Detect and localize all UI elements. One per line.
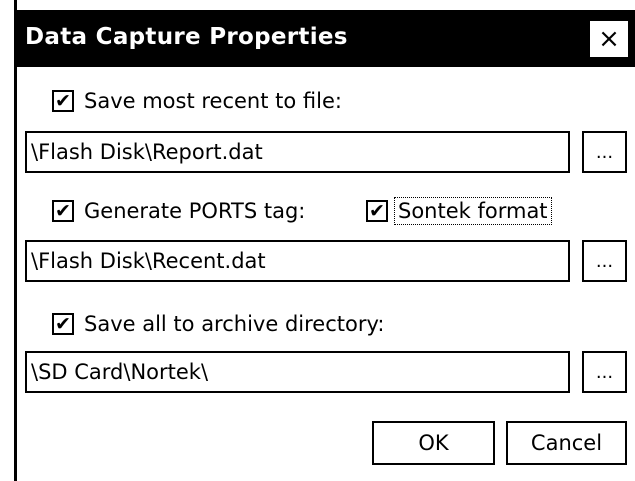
checkmark-icon: ✔: [55, 89, 71, 112]
sontek-format-row: ✔ Sontek format: [366, 197, 552, 225]
report-browse-button[interactable]: ...: [582, 131, 627, 173]
save-recent-checkbox[interactable]: ✔: [52, 90, 74, 112]
archive-row: ✔ Save all to archive directory:: [52, 312, 384, 336]
dialog-title: Data Capture Properties: [25, 24, 348, 50]
checkmark-icon: ✔: [55, 312, 71, 335]
generate-ports-checkbox[interactable]: ✔: [52, 200, 74, 222]
data-capture-properties-dialog: Data Capture Properties × ✔ Save most re…: [0, 0, 635, 481]
close-icon: ×: [598, 24, 620, 54]
sontek-format-checkbox[interactable]: ✔: [366, 200, 388, 222]
checkmark-icon: ✔: [55, 199, 71, 222]
report-path-input[interactable]: \Flash Disk\Report.dat: [25, 131, 570, 173]
cancel-button[interactable]: Cancel: [506, 421, 627, 465]
generate-ports-row: ✔ Generate PORTS tag:: [52, 199, 305, 223]
window-left-edge: [0, 0, 17, 481]
archive-label: Save all to archive directory:: [84, 312, 385, 336]
archive-browse-button[interactable]: ...: [582, 351, 627, 393]
save-recent-label: Save most recent to file:: [84, 89, 342, 113]
archive-path-input[interactable]: \SD Card\Nortek\: [25, 351, 570, 393]
checkmark-icon: ✔: [369, 199, 385, 222]
save-recent-row: ✔ Save most recent to file:: [52, 89, 342, 113]
sontek-format-label: Sontek format: [394, 197, 552, 225]
generate-ports-label: Generate PORTS tag:: [84, 199, 306, 223]
ok-button[interactable]: OK: [372, 421, 495, 465]
recent-browse-button[interactable]: ...: [582, 240, 627, 282]
recent-path-input[interactable]: \Flash Disk\Recent.dat: [25, 240, 570, 282]
close-button[interactable]: ×: [588, 19, 630, 59]
archive-checkbox[interactable]: ✔: [52, 313, 74, 335]
